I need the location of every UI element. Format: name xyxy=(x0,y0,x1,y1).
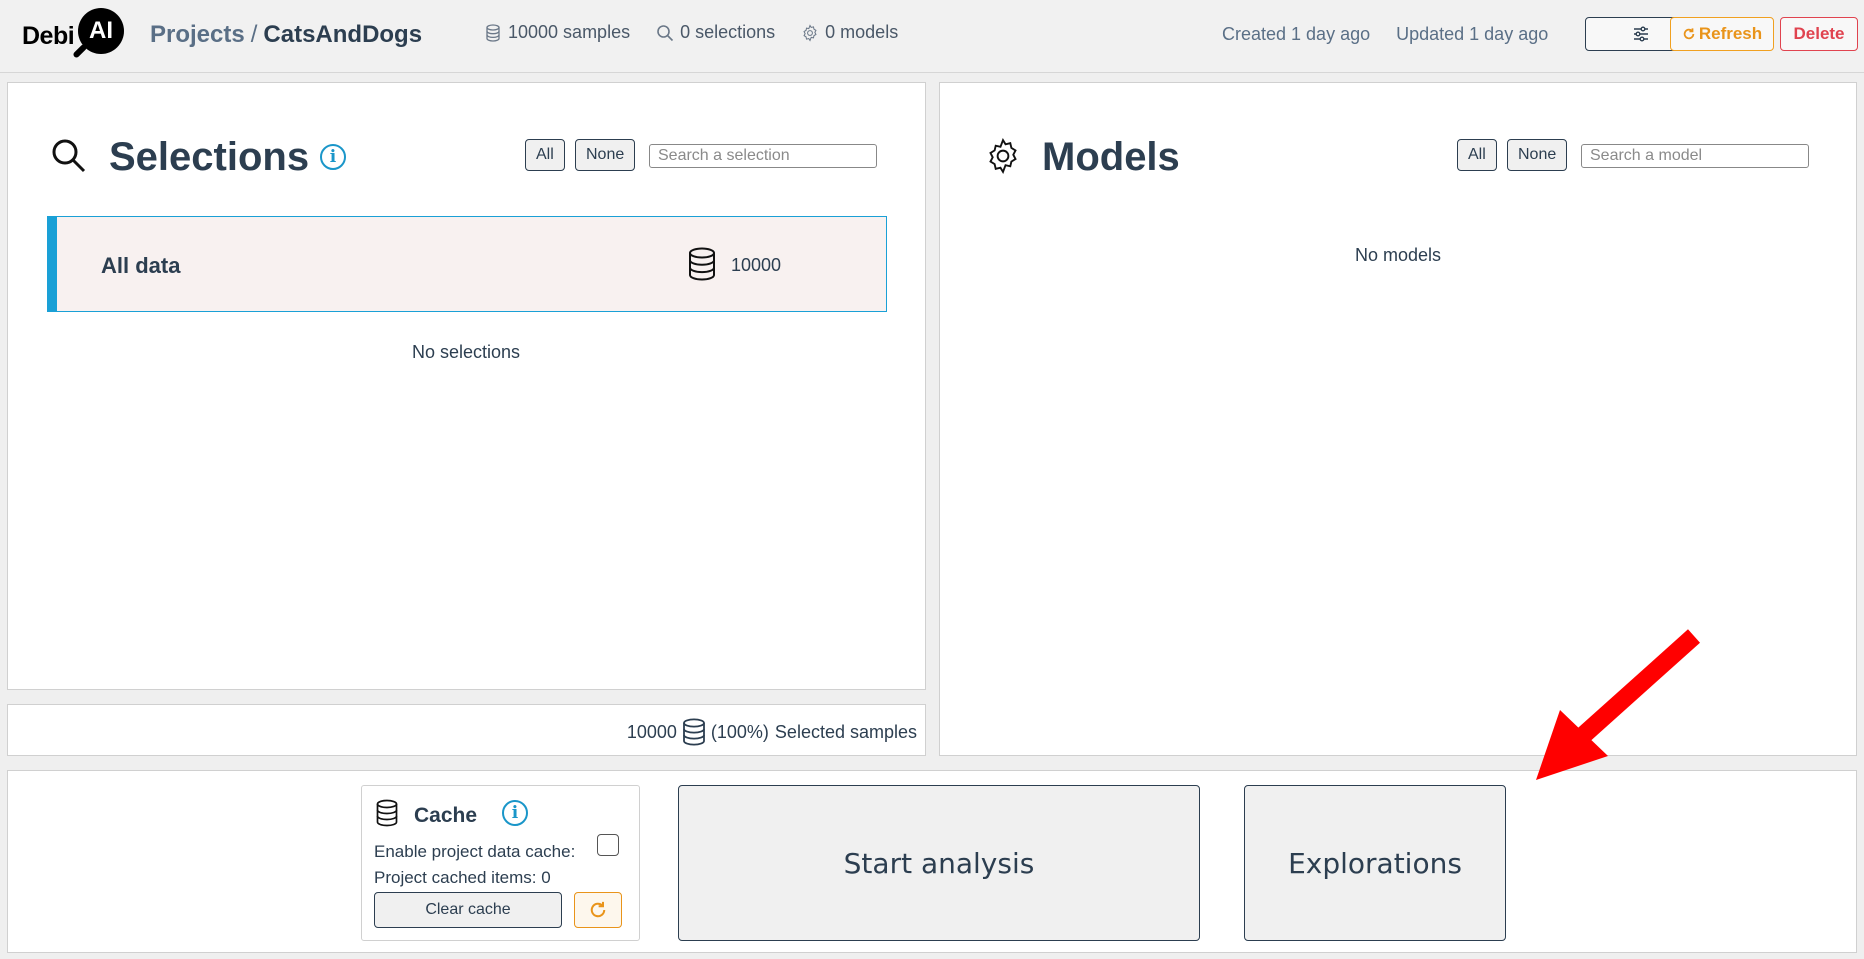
selections-info-icon[interactable]: i xyxy=(320,144,346,170)
all-data-count: 10000 xyxy=(731,255,782,275)
cache-enable-checkbox[interactable] xyxy=(597,834,619,856)
selected-samples-summary: 10000 (100%) Selected samples xyxy=(627,718,917,746)
sliders-icon xyxy=(1634,26,1648,42)
model-search-input[interactable] xyxy=(1581,144,1809,168)
logo-badge: AI xyxy=(78,8,124,54)
updated-date: Updated 1 day ago xyxy=(1396,24,1549,44)
samples-stat: 10000 samples xyxy=(484,22,630,43)
selections-stat-text: 0 selections xyxy=(680,22,776,42)
cache-enable-label: Enable project data cache: xyxy=(374,842,576,861)
selections-stat: 0 selections xyxy=(656,22,775,43)
all-data-label: All data xyxy=(101,253,181,278)
selected-samples-label: Selected samples xyxy=(774,721,917,742)
selection-search-input[interactable] xyxy=(649,144,877,168)
cache-items-count: Project cached items: 0 xyxy=(374,868,551,887)
breadcrumb-current-project: CatsAndDogs xyxy=(263,21,423,48)
select-none-models-button[interactable]: None xyxy=(1507,139,1568,171)
select-none-selections-button[interactable]: None xyxy=(575,139,636,171)
select-all-models-button[interactable]: All xyxy=(1457,139,1497,171)
breadcrumb-separator: / xyxy=(250,21,258,48)
models-stat: 0 models xyxy=(801,22,898,43)
database-icon xyxy=(376,799,398,827)
selected-samples-percent: (100%) xyxy=(710,721,769,742)
models-panel: Models All None No models xyxy=(939,82,1857,756)
project-dates: Created 1 day ago Updated 1 day ago xyxy=(1222,24,1548,45)
no-models-text: No models xyxy=(1355,245,1442,265)
database-icon xyxy=(486,23,500,42)
explorations-button[interactable]: Explorations xyxy=(1244,785,1506,941)
samples-stat-text: 10000 samples xyxy=(508,22,631,42)
logo-text: Debi xyxy=(22,22,75,50)
refresh-icon xyxy=(1683,28,1695,40)
refresh-icon xyxy=(590,901,606,918)
delete-button-label: Delete xyxy=(1793,24,1845,43)
refresh-button[interactable]: Refresh xyxy=(1670,17,1774,51)
red-arrow-annotation xyxy=(1536,629,1701,780)
cache-refresh-button[interactable] xyxy=(574,892,622,928)
start-analysis-button[interactable]: Start analysis xyxy=(678,785,1200,941)
bottom-action-bar: Cache i Enable project data cache: Proje… xyxy=(7,770,1857,953)
no-selections-text: No selections xyxy=(412,342,521,362)
models-stat-text: 0 models xyxy=(825,22,899,42)
database-icon xyxy=(689,247,715,281)
cache-title: Cache xyxy=(414,804,478,827)
cache-info-icon[interactable]: i xyxy=(502,800,528,826)
selections-title: Selections xyxy=(109,135,310,179)
database-icon xyxy=(682,718,705,746)
selections-panel: Selections i All None All data 10000 No … xyxy=(7,82,926,690)
selected-samples-count: 10000 xyxy=(626,721,677,742)
cache-card: Cache i Enable project data cache: Proje… xyxy=(361,785,640,941)
created-date: Created 1 day ago xyxy=(1222,24,1371,44)
clear-cache-button[interactable]: Clear cache xyxy=(374,892,562,928)
gear-icon xyxy=(803,23,817,42)
models-title: Models xyxy=(1042,135,1180,179)
project-stats: 10000 samples 0 selections 0 models xyxy=(484,22,898,43)
select-all-selections-button[interactable]: All xyxy=(525,139,565,171)
refresh-button-label: Refresh xyxy=(1698,24,1763,43)
search-icon xyxy=(52,139,86,173)
top-header: Debi AI Projects / CatsAndDogs 10000 sampl… xyxy=(0,0,1864,73)
all-data-row[interactable]: All data 10000 xyxy=(47,216,887,312)
gear-icon xyxy=(989,138,1017,174)
delete-button[interactable]: Delete xyxy=(1780,17,1858,51)
breadcrumb-projects-link[interactable]: Projects xyxy=(150,21,245,48)
selected-samples-bar: 10000 (100%) Selected samples xyxy=(7,704,926,756)
breadcrumb: Projects / CatsAndDogs xyxy=(150,21,422,49)
search-icon xyxy=(657,24,674,41)
